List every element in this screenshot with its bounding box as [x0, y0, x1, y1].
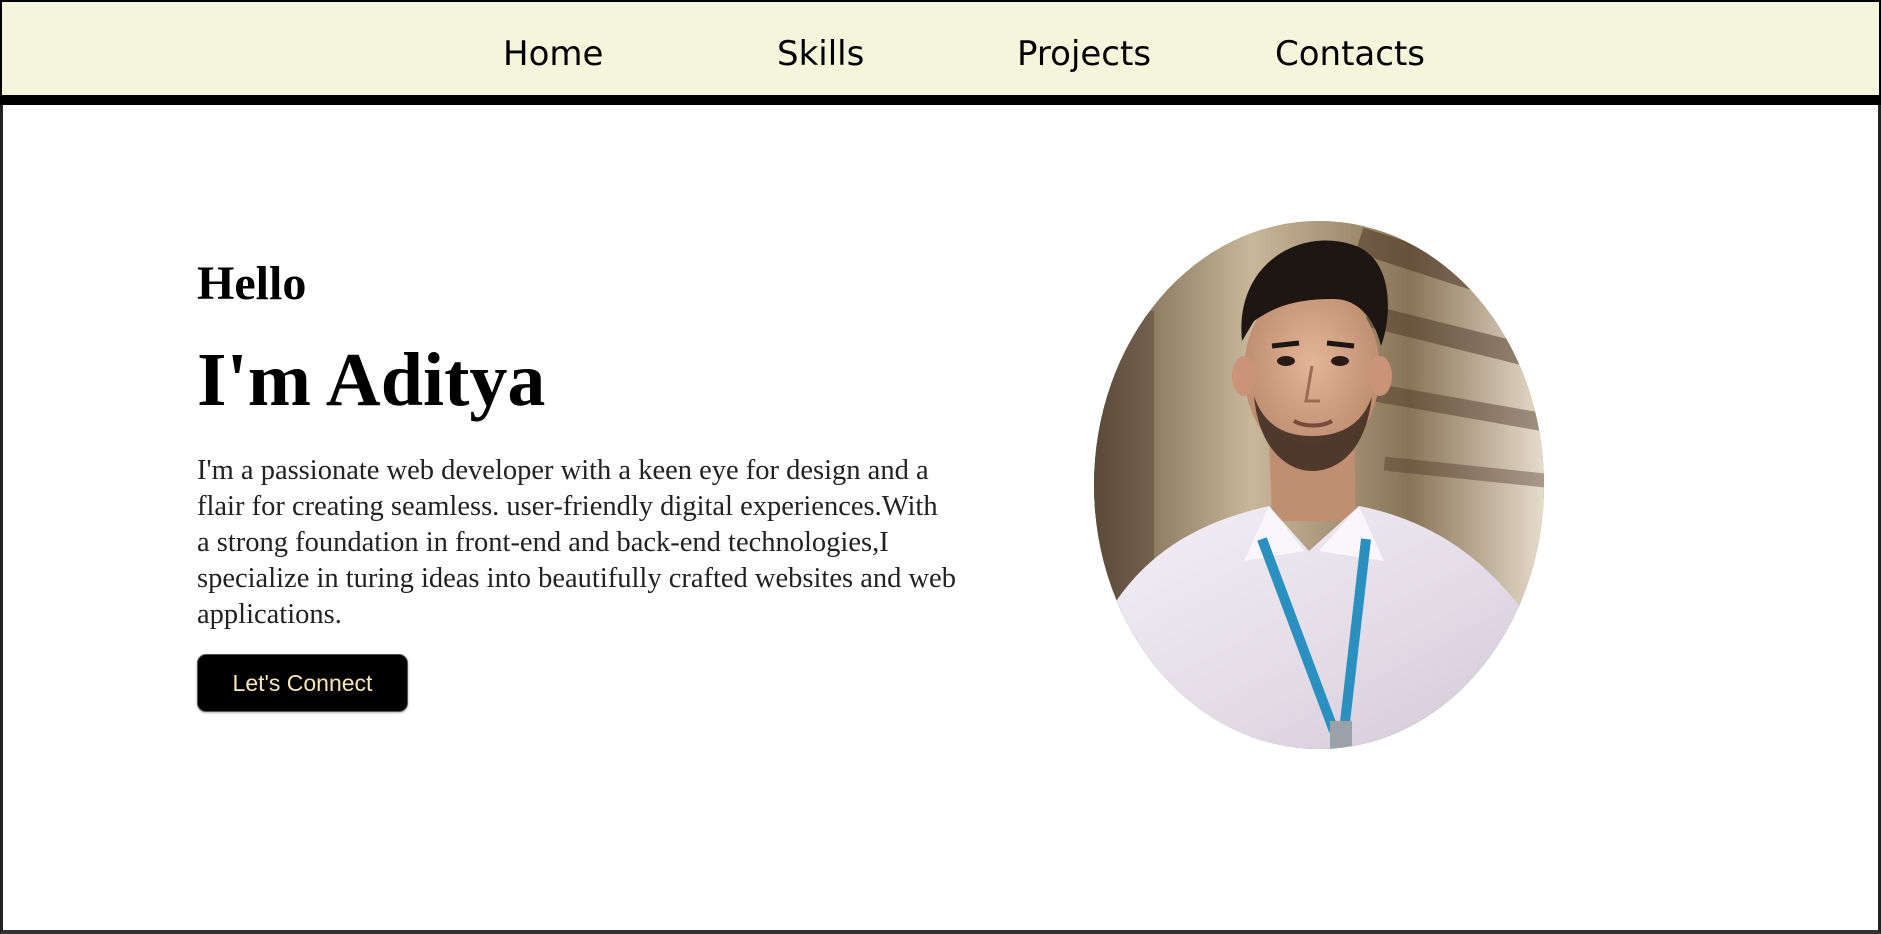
profile-photo-illustration [1094, 221, 1544, 749]
nav-skills-link[interactable]: Skills [777, 32, 864, 76]
greeting-heading: Hello [197, 257, 307, 310]
top-navbar: Home Skills Projects Contacts [0, 0, 1881, 105]
nav-projects-link[interactable]: Projects [1017, 32, 1151, 76]
hero-section: Hello I'm Aditya I'm a passionate web de… [0, 105, 1881, 934]
name-heading: I'm Aditya [197, 338, 546, 422]
portfolio-page: Home Skills Projects Contacts Hello I'm … [0, 0, 1881, 934]
lets-connect-button[interactable]: Let's Connect [197, 654, 408, 712]
profile-photo [1094, 221, 1544, 749]
bio-paragraph: I'm a passionate web developer with a ke… [197, 455, 956, 630]
nav-contacts-link[interactable]: Contacts [1275, 32, 1425, 76]
nav-home-link[interactable]: Home [503, 32, 603, 76]
